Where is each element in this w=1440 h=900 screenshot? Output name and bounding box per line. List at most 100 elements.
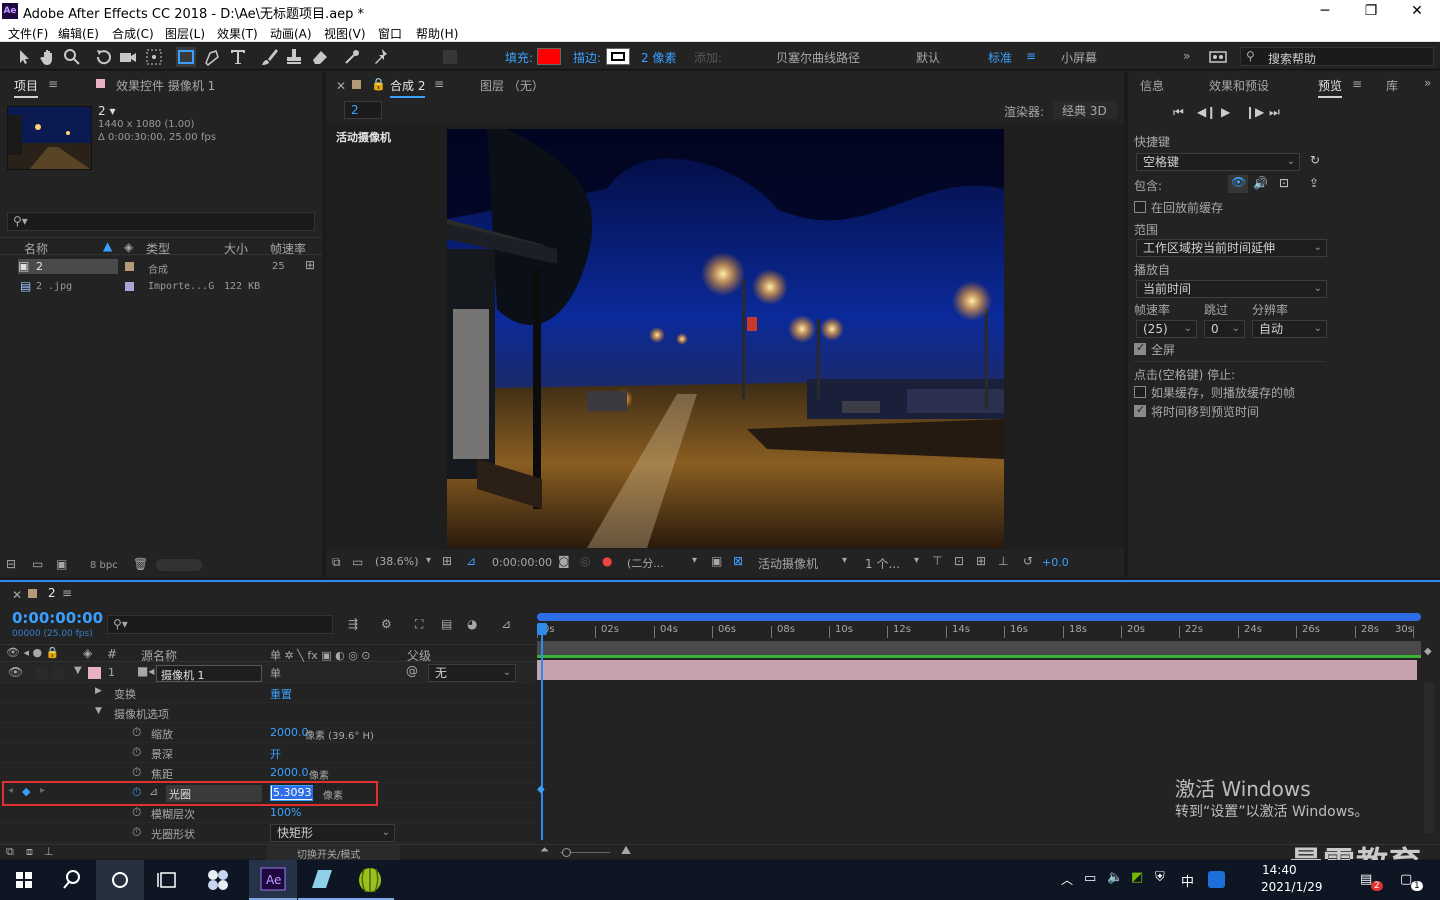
range-dropdown[interactable]: 工作区域按当前时间延伸 ⌄	[1136, 239, 1327, 257]
stroke-color-swatch[interactable]	[606, 48, 630, 65]
property-row-focus-distance[interactable]: ⏱ 焦距 2000.0 像素	[0, 763, 535, 783]
eye-icon[interactable]: 👁	[8, 665, 23, 679]
resolution-dropdown[interactable]: 自动 ⌄	[1252, 320, 1327, 338]
clock-date[interactable]: 2021/1/29	[1261, 880, 1323, 894]
tab-info[interactable]: 信息	[1140, 77, 1164, 94]
maximize-button[interactable]: ❐	[1348, 0, 1394, 22]
snapshot-icon[interactable]: ◙	[558, 554, 570, 568]
comp-subtab[interactable]: 2	[344, 101, 382, 119]
project-row[interactable]: ▣ 2 合成 25 ⊞	[0, 257, 322, 276]
text-tool-icon[interactable]	[228, 47, 248, 67]
in-out-toggle-icon[interactable]: ⊥	[44, 845, 54, 858]
transparency-grid-icon[interactable]: ⊠	[733, 554, 743, 568]
qq-icon[interactable]	[1208, 871, 1225, 888]
stopwatch-icon[interactable]: ⏱	[132, 765, 141, 780]
safe-margins-icon[interactable]: ⊞	[442, 554, 452, 568]
region-of-interest-icon[interactable]: ▣	[711, 554, 722, 568]
chevron-down-icon[interactable]: ▾	[692, 555, 697, 566]
move-time-checkbox[interactable]	[1134, 403, 1146, 417]
renderer-dropdown[interactable]: 经典 3D	[1053, 101, 1117, 119]
rectangle-tool-icon[interactable]	[176, 47, 196, 67]
time-ruler[interactable]: 0s 02s 04s 06s 08s 10s 12s 14s 16s 18s 20s 22s 24s 26…	[537, 622, 1421, 640]
shy-switch[interactable]: 单	[270, 665, 281, 681]
work-area-bar[interactable]	[537, 613, 1421, 621]
expand-arrow-icon[interactable]: ▼	[74, 665, 82, 676]
viewer-area[interactable]: 活动摄像机	[326, 123, 1124, 549]
source-name-header[interactable]: 源名称	[141, 647, 177, 664]
zoom-out-icon[interactable]: ⏶	[540, 843, 549, 857]
flowchart-icon[interactable]: ⊥	[998, 554, 1008, 568]
chevron-down-icon[interactable]: ▾	[426, 555, 431, 566]
stopwatch-icon[interactable]: ⏱	[132, 745, 141, 760]
pick-whip-icon[interactable]: @	[406, 664, 418, 678]
show-hidden-icons[interactable]: ︿	[1061, 871, 1073, 888]
property-row-zoom[interactable]: ⏱ 缩放 2000.0 像素 (39.6° H)	[0, 723, 535, 743]
timeline-menu-icon[interactable]: ≡	[62, 586, 72, 600]
include-video-toggle[interactable]: 👁	[1228, 175, 1248, 193]
puppet-pin-tool-icon[interactable]	[372, 47, 392, 67]
shortcut-dropdown[interactable]: 空格键 ⌄	[1136, 153, 1300, 171]
volume-icon[interactable]: 🔈	[1107, 870, 1123, 885]
menu-layer[interactable]: 图层(L)	[165, 25, 205, 42]
layer-label-color[interactable]	[88, 667, 101, 679]
play-from-dropdown[interactable]: 当前时间 ⌄	[1136, 280, 1327, 298]
network-icon[interactable]: ▭	[1084, 871, 1096, 886]
current-timecode[interactable]: 0:00:00:00	[12, 609, 103, 627]
composition-flowchart-icon[interactable]: ⇶	[348, 617, 358, 631]
framerate-dropdown[interactable]: (25) ⌄	[1136, 320, 1197, 338]
collapsed-arrow-icon[interactable]: ▶	[95, 686, 102, 696]
transfer-controls-icon[interactable]: ⧈	[26, 845, 33, 859]
stroke-width-value[interactable]: 2 像素	[641, 49, 676, 66]
cortana-icon[interactable]	[96, 860, 144, 900]
timeline-tab[interactable]: 2	[48, 586, 56, 600]
fill-color-swatch[interactable]	[537, 48, 561, 65]
melon-app-icon[interactable]	[346, 860, 394, 900]
new-folder-icon[interactable]: ▭	[32, 557, 43, 571]
playhead-handle[interactable]	[537, 623, 547, 635]
camera-options-group-row[interactable]: ▼ 摄像机选项	[0, 703, 535, 723]
timeline-icon[interactable]: ⊞	[976, 554, 986, 568]
show-snapshot-icon[interactable]: ◎	[580, 554, 590, 568]
transform-group-row[interactable]: ▶ 变换 重置	[0, 683, 535, 703]
menu-composition[interactable]: 合成(C)	[112, 25, 154, 42]
pixel-aspect-icon[interactable]: ⊤	[932, 554, 942, 568]
fast-preview-icon[interactable]: ⊡	[954, 554, 964, 568]
first-frame-icon[interactable]: ⏮	[1173, 105, 1184, 120]
stroke-label[interactable]: 描边:	[573, 49, 601, 66]
more-panels-icon[interactable]: »	[1424, 76, 1431, 90]
vertical-scrollbar[interactable]	[1424, 683, 1434, 833]
menu-file[interactable]: 文件(F)	[8, 25, 48, 42]
label-column-icon[interactable]: ◈	[124, 240, 133, 254]
overlay-icon[interactable]: ⊡	[1279, 176, 1289, 190]
menu-view[interactable]: 视图(V)	[324, 25, 366, 42]
play-icon[interactable]: ▶	[1221, 105, 1230, 119]
menu-effect[interactable]: 效果(T)	[217, 25, 258, 42]
label-color-swatch[interactable]	[125, 282, 134, 291]
menu-window[interactable]: 窗口	[378, 25, 402, 42]
lock-toggle[interactable]	[53, 667, 65, 679]
minimize-button[interactable]: ─	[1302, 0, 1348, 22]
cache-before-playback-checkbox[interactable]	[1134, 201, 1146, 213]
nvidia-icon[interactable]: ◩	[1131, 870, 1143, 885]
skip-dropdown[interactable]: 0 ⌄	[1204, 320, 1245, 338]
fill-label[interactable]: 填充:	[505, 49, 533, 66]
property-value[interactable]: 2000.0	[270, 766, 309, 779]
layer-switches-toggle-icon[interactable]: ⧉	[6, 845, 14, 859]
project-search-input[interactable]: ⚲▾	[7, 212, 315, 231]
sync-settings-icon[interactable]	[1208, 47, 1228, 67]
solo-toggle[interactable]	[36, 667, 48, 679]
tab-effect-controls[interactable]: 效果控件 摄像机 1	[116, 77, 215, 94]
ime-indicator[interactable]: 中	[1181, 871, 1194, 890]
clock-time[interactable]: 14:40	[1262, 863, 1297, 877]
workspace-default[interactable]: 默认	[916, 49, 940, 66]
next-frame-icon[interactable]: ❙▶	[1245, 105, 1264, 119]
pen-tool-icon[interactable]	[202, 47, 222, 67]
label-color-swatch[interactable]	[125, 262, 134, 271]
if-cached-checkbox[interactable]	[1134, 386, 1146, 398]
workspace-standard[interactable]: 标准	[988, 49, 1012, 66]
property-row-depth-of-field[interactable]: ⏱ 景深 开	[0, 743, 535, 763]
stopwatch-icon[interactable]: ⏱	[132, 825, 141, 840]
chevron-down-icon[interactable]: ▾	[842, 555, 847, 566]
column-name[interactable]: 名称	[24, 240, 48, 257]
column-size[interactable]: 大小	[224, 240, 248, 257]
